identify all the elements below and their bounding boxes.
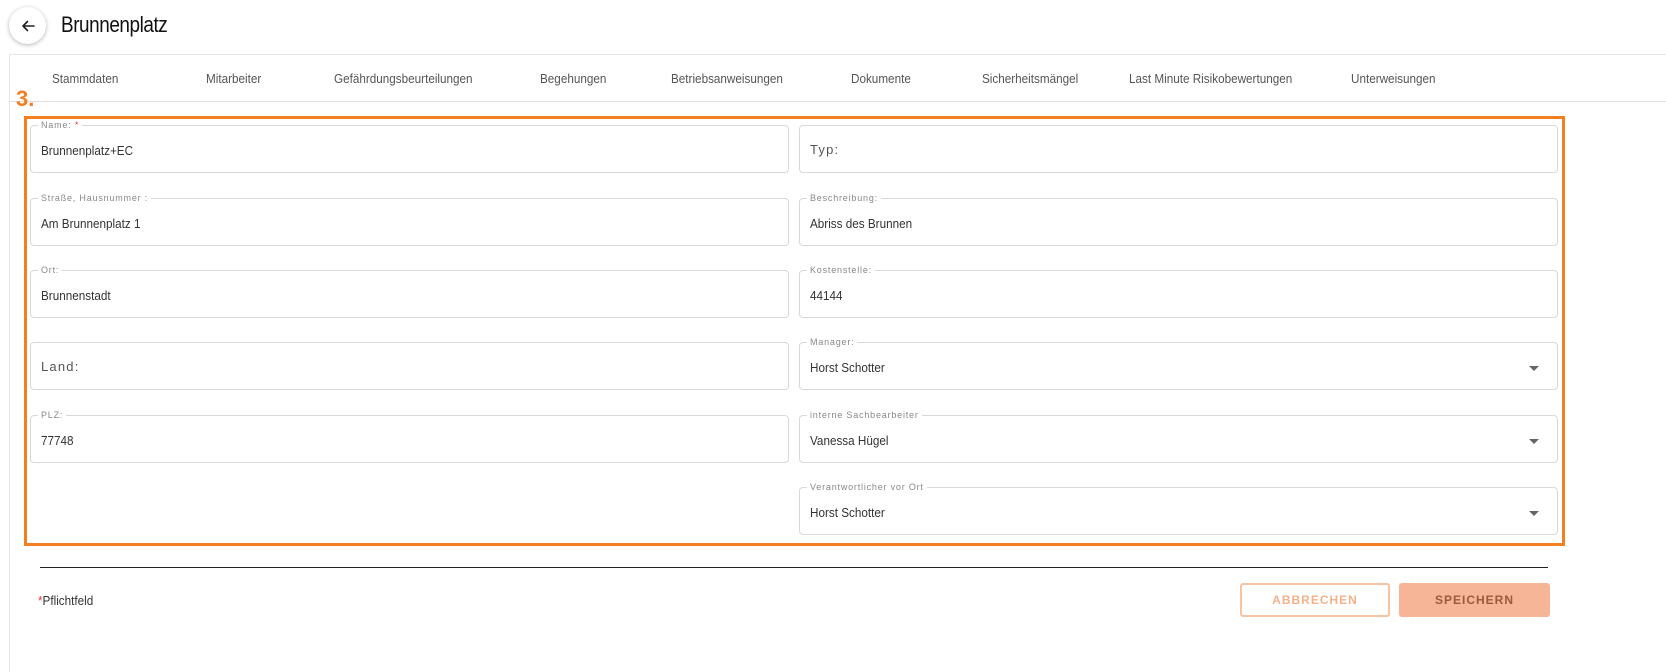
name-field-value: Brunnenplatz+EC (41, 143, 134, 158)
tab-mitarbeiter[interactable]: Mitarbeiter (206, 56, 261, 102)
back-button[interactable] (9, 7, 46, 44)
plz-field[interactable]: PLZ: 77748 (30, 409, 789, 463)
ort-field-label: Ort: (38, 264, 63, 276)
kostenstelle-field-label: Kostenstelle: (807, 264, 875, 276)
required-note-text: Pflichtfeld (42, 593, 94, 608)
step-annotation-label: 3. (16, 86, 35, 111)
dropdown-arrow-icon (1529, 511, 1539, 516)
sachbearbeiter-select[interactable]: interne Sachbearbeiter Vanessa Hügel (799, 409, 1558, 463)
required-marker: * (74, 120, 80, 130)
beschreibung-field-value: Abriss des Brunnen (810, 216, 913, 231)
tab-bar: Stammdaten Mitarbeiter Gefährdungsbeurte… (10, 56, 1666, 102)
ort-field-value: Brunnenstadt (41, 288, 111, 303)
name-field-label: Name: * (38, 119, 83, 131)
manager-select[interactable]: Manager: Horst Schotter (799, 336, 1558, 390)
verantwortlicher-select-label: Verantwortlicher vor Ort (807, 481, 927, 493)
manager-select-value: Horst Schotter (810, 360, 885, 375)
manager-select-label: Manager: (807, 336, 858, 348)
footer-divider (40, 567, 1548, 568)
save-button[interactable]: SPEICHERN (1399, 583, 1550, 617)
beschreibung-field[interactable]: Beschreibung: Abriss des Brunnen (799, 192, 1558, 246)
kostenstelle-field-value: 44144 (810, 288, 843, 303)
kostenstelle-field[interactable]: Kostenstelle: 44144 (799, 264, 1558, 318)
strasse-field-label: Straße, Hausnummer : (38, 192, 152, 204)
tab-stammdaten[interactable]: Stammdaten (52, 56, 118, 102)
dropdown-arrow-icon (1529, 366, 1539, 371)
tab-begehungen[interactable]: Begehungen (540, 56, 606, 102)
typ-field-placeholder: Typ: (810, 142, 840, 157)
tab-last-minute-risikobewertungen[interactable]: Last Minute Risikobewertungen (1129, 56, 1292, 102)
plz-field-label: PLZ: (38, 409, 67, 421)
page-header: Brunnenplatz (0, 0, 1666, 54)
tab-dokumente[interactable]: Dokumente (851, 56, 911, 102)
land-field-placeholder: Land: (41, 359, 80, 374)
verantwortlicher-select-value: Horst Schotter (810, 505, 885, 520)
highlight-frame (24, 116, 1565, 546)
sachbearbeiter-select-label: interne Sachbearbeiter (807, 409, 922, 421)
ort-field[interactable]: Ort: Brunnenstadt (30, 264, 789, 318)
verantwortlicher-select[interactable]: Verantwortlicher vor Ort Horst Schotter (799, 481, 1558, 535)
tab-betriebsanweisungen[interactable]: Betriebsanweisungen (671, 56, 783, 102)
land-field[interactable]: Land: (30, 342, 789, 390)
strasse-field-value: Am Brunnenplatz 1 (41, 216, 141, 231)
name-field[interactable]: Name: * Brunnenplatz+EC (30, 119, 789, 173)
strasse-field[interactable]: Straße, Hausnummer : Am Brunnenplatz 1 (30, 192, 789, 246)
dropdown-arrow-icon (1529, 439, 1539, 444)
page-title: Brunnenplatz (61, 12, 168, 37)
plz-field-value: 77748 (41, 433, 74, 448)
tab-sicherheitsmaengel[interactable]: Sicherheitsmängel (982, 56, 1078, 102)
tab-gefaehrdungsbeurteilungen[interactable]: Gefährdungsbeurteilungen (334, 56, 473, 102)
required-field-note: *Pflichtfeld (38, 593, 93, 608)
sachbearbeiter-select-value: Vanessa Hügel (810, 433, 889, 448)
typ-field[interactable]: Typ: (799, 125, 1558, 173)
cancel-button[interactable]: ABBRECHEN (1240, 583, 1390, 617)
arrow-left-icon (21, 20, 35, 31)
beschreibung-field-label: Beschreibung: (807, 192, 881, 204)
tab-unterweisungen[interactable]: Unterweisungen (1351, 56, 1436, 102)
